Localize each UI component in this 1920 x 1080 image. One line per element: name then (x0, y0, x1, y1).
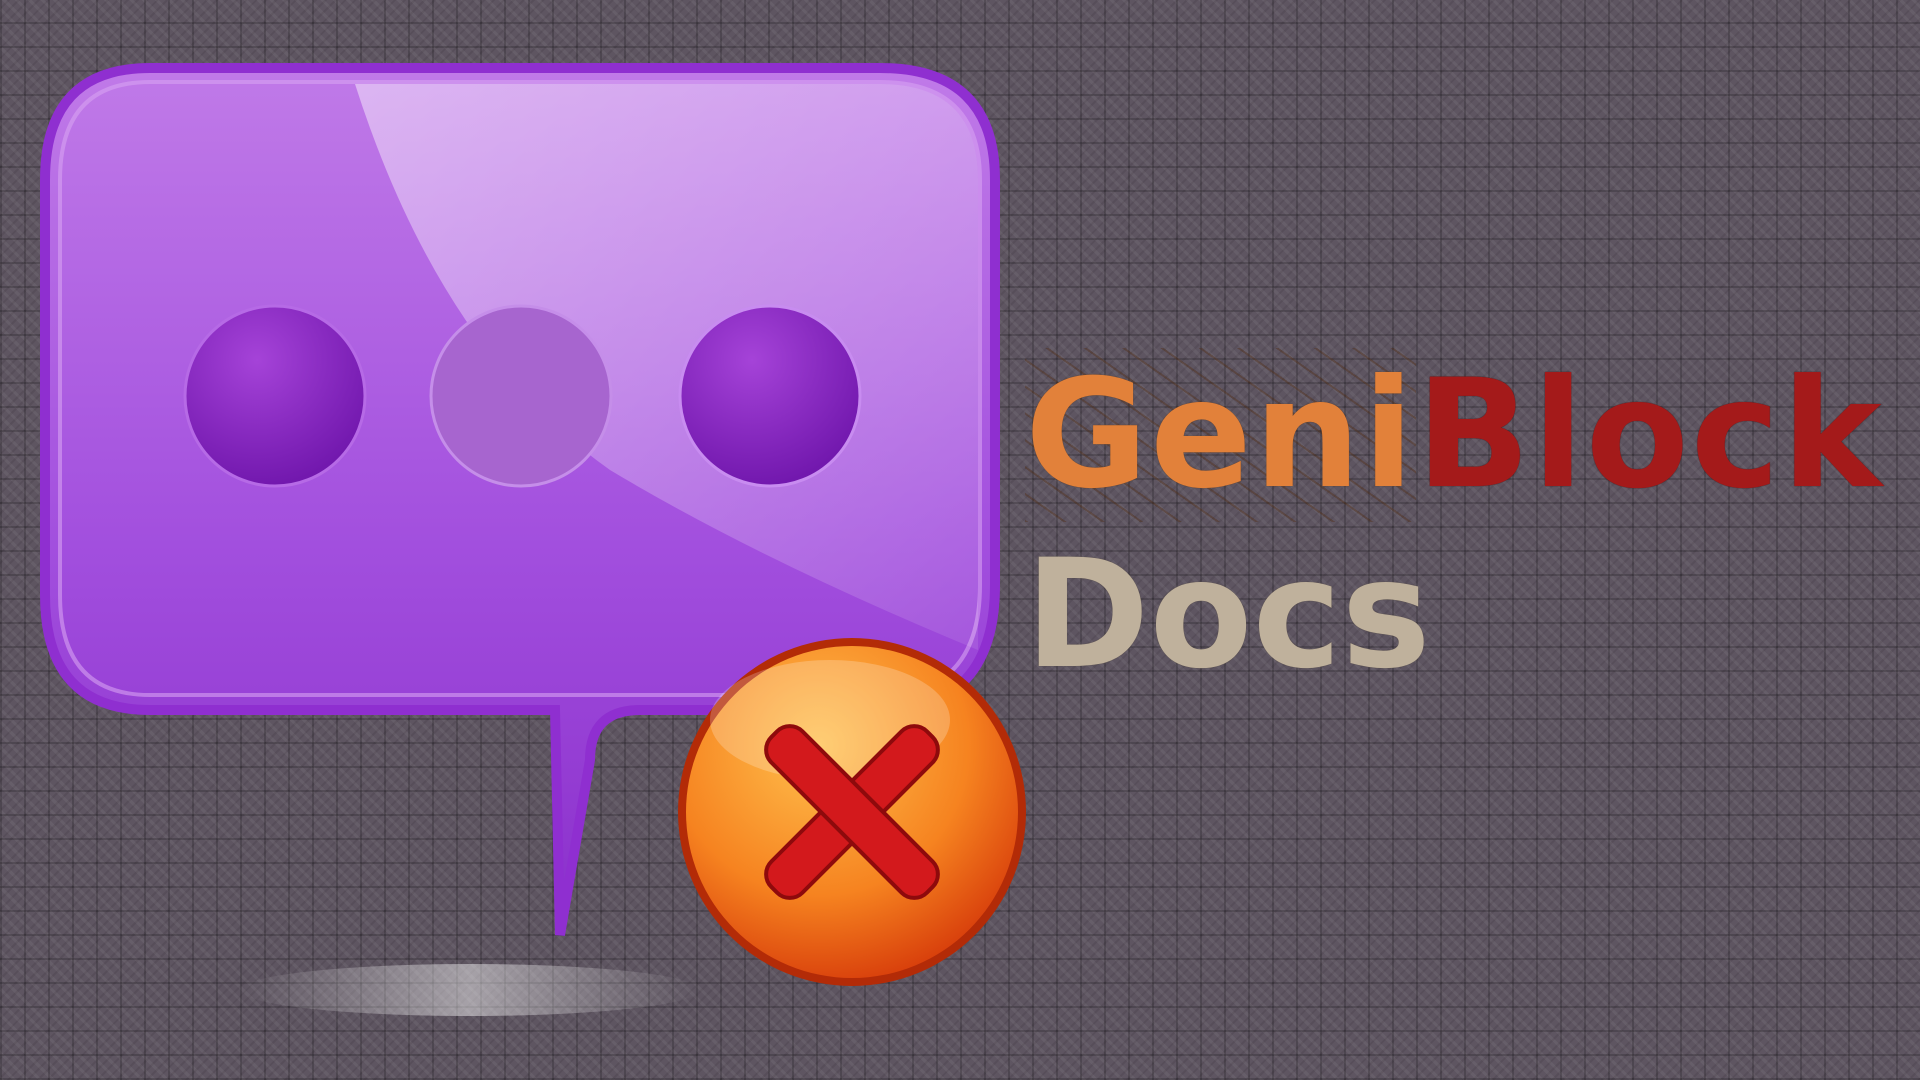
typing-dot (678, 304, 862, 488)
logo-subtitle: Docs (1025, 528, 1431, 702)
logo-title: GeniBlock (1025, 348, 1884, 522)
logo-part-block: Block (1416, 348, 1884, 522)
close-x-icon (678, 638, 1026, 986)
floor-reflection (240, 964, 700, 1016)
ellipsis-dots-icon (183, 304, 862, 488)
logo-graphic (40, 63, 1026, 1016)
typing-dot (183, 304, 367, 488)
logo-part-geni: Geni (1025, 348, 1417, 522)
typing-dot (429, 304, 613, 488)
scene: GeniBlock Docs (0, 0, 1920, 1080)
